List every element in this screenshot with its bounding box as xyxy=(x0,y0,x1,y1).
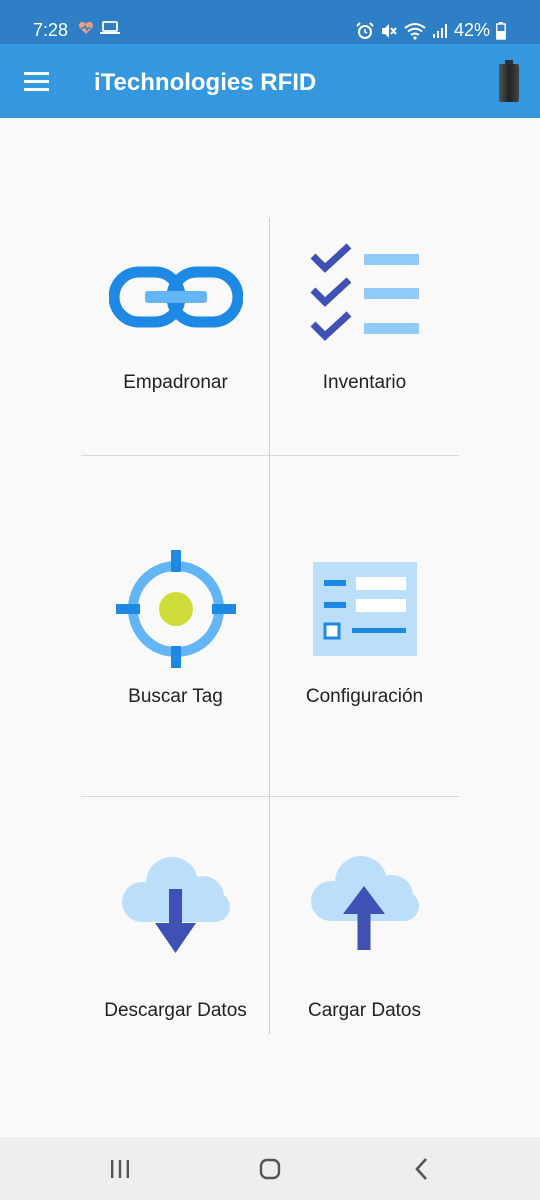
menu-item-empadronar[interactable]: Empadronar xyxy=(81,218,270,455)
app-bar: iTechnologies RFID xyxy=(0,44,540,118)
signal-icon xyxy=(432,23,447,38)
heart-icon xyxy=(78,22,94,34)
menu-item-inventario[interactable]: Inventario xyxy=(270,218,459,455)
menu-item-configuracion[interactable]: Configuración xyxy=(270,456,459,796)
status-left-icons xyxy=(78,20,120,36)
menu-item-label: Inventario xyxy=(322,372,407,393)
laptop-icon xyxy=(100,21,120,34)
menu-item-cargar-datos[interactable]: Cargar Datos xyxy=(270,797,459,1034)
wifi-icon xyxy=(404,22,426,40)
alarm-icon xyxy=(356,21,374,39)
battery-percent: 42% xyxy=(453,20,490,40)
menu-item-label: Configuración xyxy=(305,686,424,707)
home-icon[interactable] xyxy=(256,1155,284,1183)
crosshair-target-icon xyxy=(81,550,270,668)
cloud-upload-icon xyxy=(270,856,459,954)
status-bar: 7:28 42% xyxy=(0,0,540,44)
back-icon[interactable] xyxy=(408,1155,436,1183)
menu-item-descargar-datos[interactable]: Descargar Datos xyxy=(81,797,270,1034)
menu-item-buscar-tag[interactable]: Buscar Tag xyxy=(81,456,270,796)
main-menu-grid: Empadronar Inventario Buscar Tag Configu… xyxy=(81,218,459,1034)
recent-apps-icon[interactable] xyxy=(106,1155,134,1183)
mute-icon xyxy=(381,23,397,38)
battery-icon xyxy=(496,21,506,40)
settings-form-icon xyxy=(270,562,459,656)
cloud-download-icon xyxy=(81,857,270,955)
system-nav-bar xyxy=(0,1137,540,1200)
hamburger-menu-icon[interactable] xyxy=(22,69,52,93)
checklist-icon xyxy=(270,242,459,348)
status-right-icons: 42% xyxy=(356,20,506,41)
status-time: 7:28 xyxy=(33,20,69,40)
chain-link-icon xyxy=(81,264,270,328)
device-battery-icon xyxy=(499,60,519,102)
menu-item-label: Cargar Datos xyxy=(308,1000,421,1021)
app-title: iTechnologies RFID xyxy=(94,69,317,96)
